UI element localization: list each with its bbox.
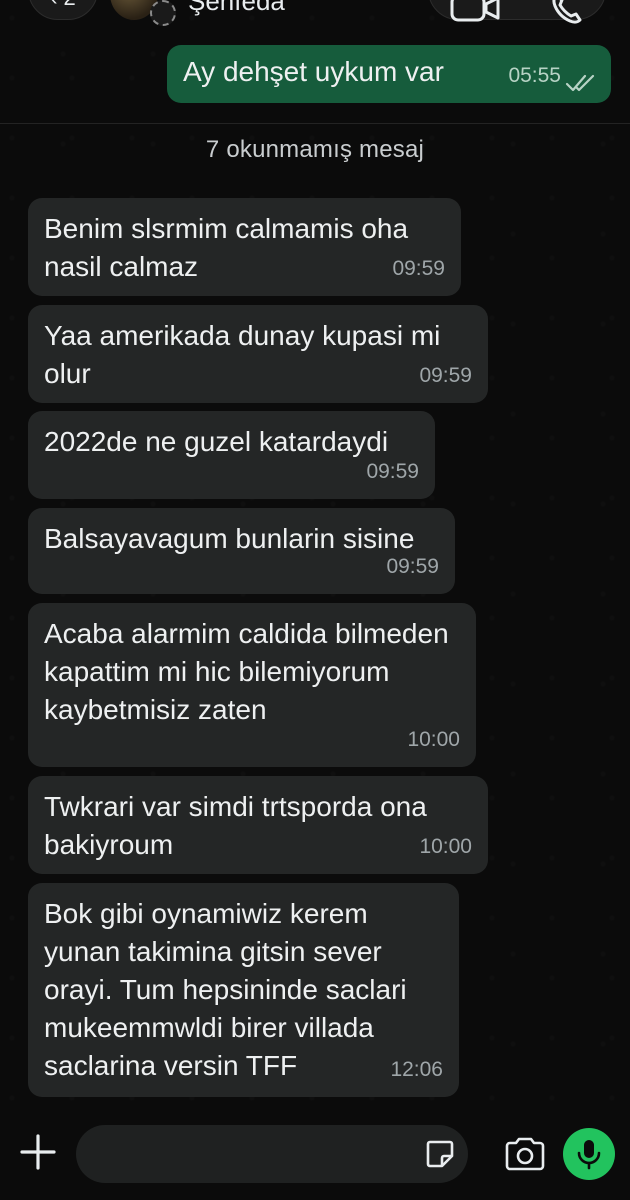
message-time: 10:00	[407, 728, 460, 751]
message-text: 2022de ne guzel katardaydi	[44, 426, 389, 457]
microphone-icon	[577, 1140, 601, 1170]
plus-icon[interactable]	[18, 1132, 58, 1172]
incoming-message[interactable]: Benim slsrmim calmamis oha nasil calmaz …	[28, 198, 461, 296]
incoming-message[interactable]: 2022de ne guzel katardaydi 09:59	[28, 411, 435, 499]
message-text: Bok gibi oynamiwiz kerem yunan takimina …	[44, 898, 407, 1081]
chat-screen: ‹ 2 Şenfeda Ay dehşet uykum var 05:55 7 …	[0, 0, 630, 1200]
message-time: 09:59	[366, 460, 419, 483]
sticker-icon[interactable]	[424, 1138, 456, 1170]
chevron-left-icon: ‹	[50, 0, 57, 11]
message-text: Ay dehşet uykum var	[183, 56, 444, 87]
camera-icon[interactable]	[503, 1136, 547, 1172]
message-time: 10:00	[419, 835, 472, 858]
message-text: Acaba alarmim caldida bilmeden kapattim …	[44, 618, 449, 725]
message-input[interactable]	[76, 1125, 468, 1183]
message-time: 05:55	[508, 64, 561, 87]
unread-messages-divider: 7 okunmamış mesaj	[205, 136, 425, 163]
double-check-icon	[565, 74, 595, 92]
back-unread-count: 2	[64, 0, 76, 11]
status-ring-icon[interactable]	[150, 0, 176, 26]
microphone-button[interactable]	[563, 1128, 615, 1180]
chat-header: ‹ 2 Şenfeda	[0, 0, 630, 26]
message-text: Benim slsrmim calmamis oha nasil calmaz	[44, 213, 409, 282]
message-time: 09:59	[419, 364, 472, 387]
message-text: Balsayavagum bunlarin sisine	[44, 523, 415, 554]
incoming-message[interactable]: Bok gibi oynamiwiz kerem yunan takimina …	[28, 883, 459, 1097]
message-time: 09:59	[386, 555, 439, 578]
message-time: 09:59	[392, 257, 445, 280]
message-composer	[0, 1108, 630, 1200]
message-time: 12:06	[390, 1058, 443, 1081]
message-text: Yaa amerikada dunay kupasi mi olur	[44, 320, 441, 389]
divider	[0, 123, 630, 124]
incoming-message[interactable]: Yaa amerikada dunay kupasi mi olur 09:59	[28, 305, 488, 403]
phone-icon[interactable]	[550, 0, 584, 26]
back-button[interactable]: ‹ 2	[28, 0, 98, 20]
incoming-message[interactable]: Twkrari var simdi trtsporda ona bakiyrou…	[28, 776, 488, 874]
contact-name[interactable]: Şenfeda	[188, 0, 285, 17]
incoming-message[interactable]: Balsayavagum bunlarin sisine 09:59	[28, 508, 455, 594]
video-camera-icon[interactable]	[450, 0, 502, 24]
message-text: Twkrari var simdi trtsporda ona bakiyrou…	[44, 791, 427, 860]
incoming-message[interactable]: Acaba alarmim caldida bilmeden kapattim …	[28, 603, 476, 767]
outgoing-message[interactable]: Ay dehşet uykum var 05:55	[167, 45, 611, 103]
